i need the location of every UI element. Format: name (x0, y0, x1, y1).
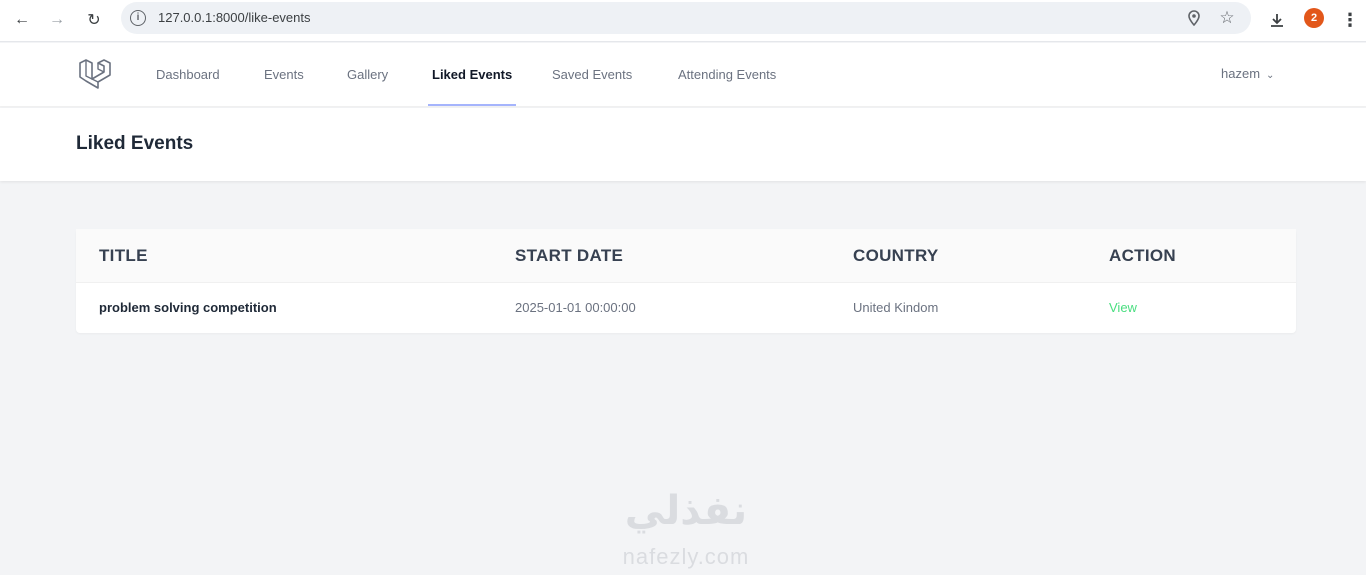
page-title: Liked Events (76, 133, 194, 154)
back-arrow-icon[interactable]: ← (9, 7, 35, 33)
cell-country: United Kindom (853, 300, 939, 315)
app-navbar: Dashboard Events Gallery Liked Events Sa… (0, 43, 1366, 107)
watermark-latin: nafezly.com (622, 544, 750, 569)
column-header-title: TITLE (99, 246, 148, 265)
active-tab-indicator (428, 104, 516, 106)
nav-liked-events[interactable]: Liked Events (432, 67, 512, 82)
watermark-arabic: نفذلي (624, 488, 748, 534)
watermark: نفذلي nafezly.com (596, 488, 776, 572)
nav-dashboard[interactable]: Dashboard (156, 67, 220, 82)
kebab-menu-icon[interactable]: ⋮ (1337, 7, 1363, 33)
user-name: hazem (1221, 66, 1261, 81)
column-header-start-date: START DATE (515, 246, 624, 265)
user-dropdown[interactable]: hazem ⌄ (1221, 66, 1274, 81)
column-header-action: ACTION (1109, 246, 1176, 265)
liked-events-table: TITLE START DATE COUNTRY ACTION problem … (76, 229, 1296, 333)
laravel-logo-icon[interactable] (77, 57, 111, 91)
view-link[interactable]: View (1109, 300, 1137, 315)
url-text[interactable]: 127.0.0.1:8000/like-events (158, 10, 311, 25)
chevron-down-icon: ⌄ (1266, 70, 1275, 81)
nav-saved-events[interactable]: Saved Events (552, 67, 632, 82)
site-info-icon[interactable]: i (130, 10, 146, 26)
address-bar[interactable]: i 127.0.0.1:8000/like-events ☆ (121, 2, 1251, 34)
profile-avatar[interactable]: 2 (1304, 8, 1324, 28)
cell-title: problem solving competition (99, 300, 277, 315)
bookmark-star-icon[interactable]: ☆ (1217, 8, 1237, 28)
forward-arrow-icon[interactable]: → (44, 7, 70, 33)
nav-gallery[interactable]: Gallery (347, 67, 388, 82)
nav-events[interactable]: Events (264, 67, 304, 82)
reload-icon[interactable]: ↻ (81, 7, 107, 33)
nav-attending-events[interactable]: Attending Events (678, 67, 776, 82)
browser-toolbar: ← → ↻ i 127.0.0.1:8000/like-events ☆ 2 ⋮ (0, 0, 1366, 42)
table-header: TITLE START DATE COUNTRY ACTION (76, 229, 1296, 283)
cell-start-date: 2025-01-01 00:00:00 (515, 300, 636, 315)
column-header-country: COUNTRY (853, 246, 939, 265)
download-icon[interactable] (1264, 7, 1290, 33)
location-pin-icon[interactable] (1184, 8, 1204, 28)
page-header: Liked Events (0, 108, 1366, 181)
